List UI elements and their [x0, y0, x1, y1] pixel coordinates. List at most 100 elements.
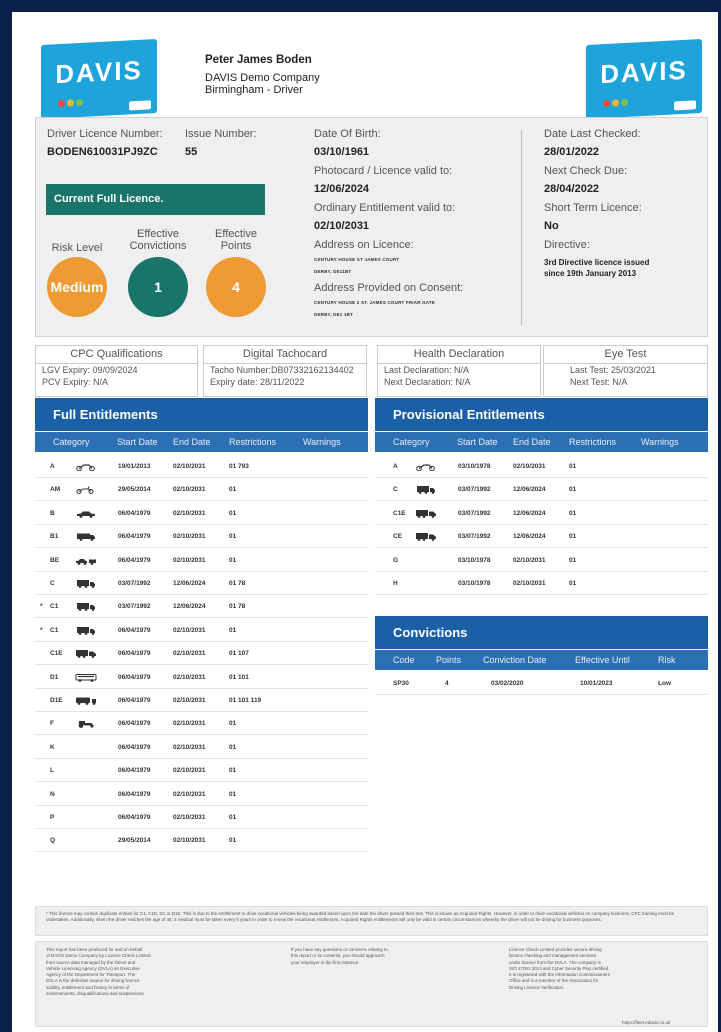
- provisional-entitlements-title: Provisional Entitlements: [375, 398, 708, 431]
- entitlement-row: P 06/04/1979 02/10/2031 01: [35, 806, 368, 829]
- logo-text: DAVIS: [55, 54, 143, 90]
- entitlement-restrictions: 01: [569, 533, 577, 541]
- col-end-date: End Date: [513, 437, 551, 447]
- entitlement-end-date: 02/10/2031: [173, 743, 206, 751]
- truck-trailer-icon: [75, 650, 97, 660]
- entitlement-row: CE 03/07/1992 12/06/2024 01: [375, 525, 708, 549]
- short-term-value: No: [544, 220, 559, 232]
- entitlement-start-date: 19/01/2013: [118, 463, 151, 470]
- licence-number-label: Driver Licence Number:: [47, 128, 163, 140]
- points-circle: 4: [206, 257, 266, 317]
- risk-level-circle: Medium: [47, 257, 107, 317]
- minibus-icon: [75, 673, 97, 684]
- col-category: Category: [393, 437, 430, 447]
- entitlement-row: Q 29/05/2014 02/10/2031 01: [35, 829, 368, 853]
- conviction-code: SP30: [393, 680, 409, 687]
- disclaimer-line: licence checking and management services: [509, 953, 597, 959]
- truck-icon: [75, 626, 97, 637]
- entitlement-row: BE 06/04/1979 02/10/2031 01: [35, 549, 368, 572]
- ordinary-entitlement-label: Ordinary Entitlement valid to:: [314, 202, 456, 214]
- car-trailer-icon: [75, 557, 97, 567]
- digital-tachocard-box: Digital Tachocard Tacho Number:DB0733216…: [203, 345, 367, 397]
- risk-level-label: Risk Level: [51, 242, 103, 254]
- issue-number: 55: [185, 146, 198, 158]
- entitlement-restrictions: 01 793: [229, 463, 249, 470]
- convictions-circle: 1: [128, 257, 188, 317]
- entitlement-restrictions: 01: [229, 743, 237, 751]
- col-start-date: Start Date: [457, 437, 498, 447]
- entitlement-category: C: [50, 580, 55, 587]
- disclaimer-column-provider: Licence Check Limited provides secure dr…: [509, 947, 610, 991]
- entitlement-row: C1E 03/07/1992 12/06/2024 01: [375, 502, 708, 525]
- provisional-entitlements-header-row: Category Start Date End Date Restriction…: [375, 432, 708, 452]
- entitlement-start-date: 06/04/1979: [118, 533, 151, 541]
- dob-value: 03/10/1961: [314, 146, 370, 158]
- entitlement-start-date: 06/04/1979: [118, 720, 151, 728]
- convictions-header-row: Code Points Conviction Date Effective Un…: [375, 650, 708, 670]
- entitlement-category: H: [393, 580, 398, 587]
- acquired-rights-note: * This licence may contain duplicate ent…: [35, 906, 708, 936]
- consent-address-line2: DERBY, DE1 1BT: [314, 312, 354, 317]
- entitlement-restrictions: 01: [229, 626, 237, 634]
- entitlement-restrictions: 01: [229, 486, 237, 494]
- entitlement-end-date: 02/10/2031: [173, 463, 206, 470]
- entitlement-start-date: 03/07/1992: [118, 580, 151, 587]
- entitlement-end-date: 02/10/2031: [173, 509, 206, 517]
- licencecheck-badge: [129, 100, 151, 111]
- column-divider: [521, 130, 522, 325]
- entitlement-end-date: 02/10/2031: [513, 556, 546, 564]
- entitlement-row: A 19/01/2013 02/10/2031 01 793: [35, 455, 368, 478]
- conviction-date: 03/02/2020: [491, 680, 524, 687]
- col-restrictions: Restrictions: [229, 437, 277, 447]
- entitlement-start-date: 03/10/1978: [458, 556, 491, 564]
- entitlement-restrictions: 01: [569, 580, 577, 587]
- entitlement-category: C1: [50, 603, 59, 611]
- entitlement-row: G 03/10/1978 02/10/2031 01: [375, 549, 708, 572]
- directive-line1: 3rd Directive licence issued: [544, 258, 650, 267]
- entitlement-restrictions: 01: [229, 556, 237, 564]
- disclaimer-line: Driving Licence Verification.: [509, 984, 565, 990]
- licence-status-banner: Current Full Licence.: [46, 184, 265, 215]
- entitlement-category: N: [50, 790, 55, 798]
- entitlement-category: CE: [393, 533, 403, 541]
- cpc-title: CPC Qualifications: [36, 346, 197, 364]
- entitlement-category: L: [50, 767, 54, 775]
- col-code: Code: [393, 655, 415, 665]
- entitlement-end-date: 12/06/2024: [513, 533, 546, 541]
- acquired-rights-marker: *: [40, 603, 43, 611]
- last-checked-label: Date Last Checked:: [544, 128, 641, 140]
- van-icon: [75, 533, 97, 543]
- truck-trailer-icon: [415, 509, 437, 520]
- entitlement-start-date: 06/04/1979: [118, 790, 151, 798]
- entitlement-category: B: [50, 509, 55, 517]
- consent-address-line1: CENTURY HOUSE 2 ST. JAMES COURT FRIAR GA…: [314, 300, 436, 305]
- entitlement-end-date: 12/06/2024: [173, 580, 206, 587]
- effective-convictions-label: Effective Convictions: [129, 228, 187, 252]
- eye-last-test: Last Test: 25/03/2021: [570, 365, 656, 375]
- short-term-label: Short Term Licence:: [544, 202, 642, 214]
- entitlement-restrictions: 01: [229, 509, 237, 517]
- licence-summary-panel: Driver Licence Number: BODEN610031PJ9ZC …: [35, 117, 708, 337]
- entitlement-category: BE: [50, 556, 60, 564]
- convictions-title: Convictions: [375, 616, 708, 649]
- col-warnings: Warnings: [303, 437, 341, 447]
- driver-company: DAVIS Demo Company Birmingham - Driver: [205, 72, 320, 96]
- entitlement-end-date: 02/10/2031: [513, 463, 546, 470]
- disclaimer-line: Office and is a member of the Associatio…: [509, 978, 599, 984]
- disclaimer-line: under licence from the DVLA. The company…: [509, 959, 601, 965]
- entitlement-start-date: 06/04/1979: [118, 650, 151, 658]
- entitlement-restrictions: 01 107: [229, 650, 249, 658]
- entitlement-row: B 06/04/1979 02/10/2031 01: [35, 502, 368, 525]
- col-points: Points: [436, 655, 462, 665]
- entitlement-end-date: 02/10/2031: [173, 814, 206, 821]
- licence-number: BODEN610031PJ9ZC: [47, 146, 158, 158]
- entitlement-restrictions: 01 101 119: [229, 697, 262, 704]
- tacho-number: Tacho Number:DB07332162134402: [210, 365, 354, 375]
- entitlement-category: Q: [50, 837, 56, 845]
- entitlement-row: L 06/04/1979 02/10/2031 01: [35, 759, 368, 783]
- entitlement-start-date: 03/07/1992: [458, 509, 491, 517]
- report-disclaimer: This report has been produced for and on…: [35, 941, 708, 1027]
- car-icon: [75, 510, 97, 520]
- entitlement-row: C 03/07/1992 12/06/2024 01 78: [35, 572, 368, 595]
- disclaimer-line: DVLA is the definitive source for drivin…: [46, 978, 140, 984]
